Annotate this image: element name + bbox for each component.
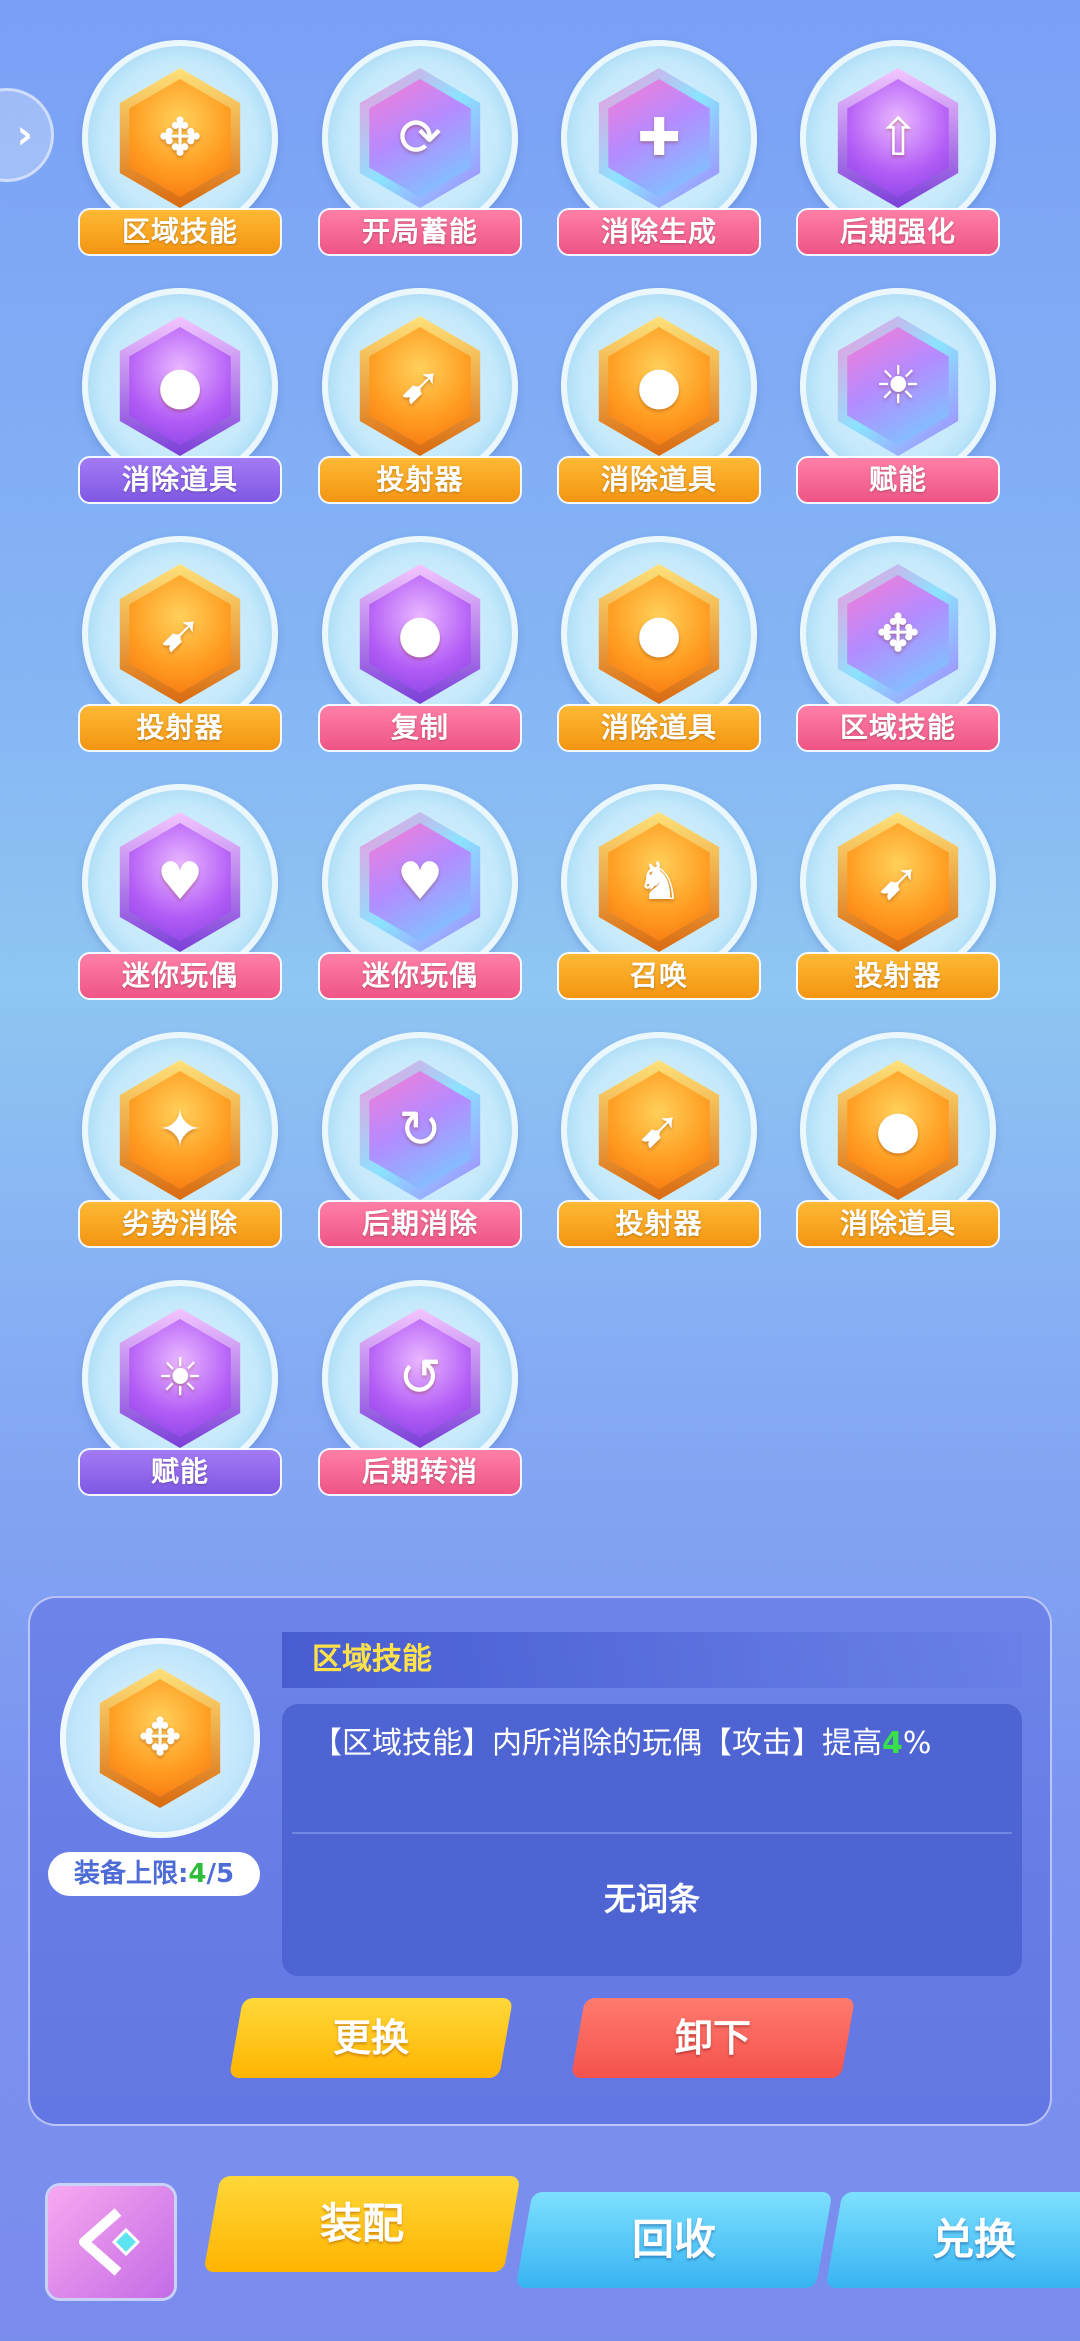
- bear-icon: ♥: [396, 852, 444, 912]
- bomb-icon: ●: [636, 604, 682, 664]
- disadvantage-icon: ✦: [158, 1100, 202, 1160]
- generate-icon: ✚: [637, 108, 681, 168]
- charge-icon: ⟳: [398, 108, 442, 168]
- skill-label: 劣势消除: [80, 1202, 280, 1246]
- cannon-icon: ➹: [158, 604, 202, 664]
- skill-label: 迷你玩偶: [320, 954, 520, 998]
- skill-label: 后期强化: [798, 210, 998, 254]
- bomb-icon: ●: [157, 356, 203, 416]
- skill-item[interactable]: ● 消除道具: [549, 536, 769, 750]
- upgrade-icon: ⇧: [876, 108, 920, 168]
- selected-skill-badge: ✥: [60, 1638, 260, 1838]
- skill-item[interactable]: ● 消除道具: [549, 288, 769, 502]
- replace-button[interactable]: 更换: [228, 1998, 514, 2078]
- skill-item[interactable]: ➹ 投射器: [70, 536, 290, 750]
- back-arrow-icon: [79, 2208, 141, 2276]
- skill-description: 【区域技能】内所消除的玩偶【攻击】提高4%: [312, 1726, 932, 1761]
- skill-label: 消除道具: [80, 458, 280, 502]
- back-button[interactable]: [48, 2186, 174, 2298]
- skill-label: 投射器: [320, 458, 520, 502]
- skill-label: 投射器: [798, 954, 998, 998]
- skill-label: 消除道具: [559, 458, 759, 502]
- skill-label: 消除道具: [798, 1202, 998, 1246]
- skill-item[interactable]: ☀ 赋能: [788, 288, 1008, 502]
- unload-button[interactable]: 卸下: [570, 1998, 856, 2078]
- cannon-icon: ➹: [398, 356, 442, 416]
- skill-item[interactable]: ♥ 迷你玩偶: [310, 784, 530, 998]
- skill-label: 迷你玩偶: [80, 954, 280, 998]
- bear-icon: ♥: [156, 852, 204, 912]
- skill-label: 开局蓄能: [320, 210, 520, 254]
- skill-item[interactable]: ⇧ 后期强化: [788, 40, 1008, 254]
- skill-grid: ✥ 区域技能 ⟳ 开局蓄能 ✚ 消除生成 ⇧ 后期强化 ● 消除道具 ➹ 投射器 ● 消除道具 ☀ 赋能 ➹ 投射…: [0, 0, 1080, 1494]
- tab-equip[interactable]: 装配: [203, 2176, 521, 2272]
- bomb-icon: ●: [875, 1100, 921, 1160]
- skill-item[interactable]: ✚ 消除生成: [549, 40, 769, 254]
- skill-label: 消除生成: [559, 210, 759, 254]
- area-skill-icon: ✥: [158, 108, 202, 168]
- skill-label: 投射器: [559, 1202, 759, 1246]
- divider: [292, 1832, 1012, 1834]
- empower-icon: ☀: [156, 1348, 204, 1408]
- summon-icon: ♞: [635, 852, 683, 912]
- tab-recycle[interactable]: 回收: [515, 2192, 833, 2288]
- skill-item[interactable]: ✥ 区域技能: [70, 40, 290, 254]
- skill-item[interactable]: ● 消除道具: [788, 1032, 1008, 1246]
- equip-limit: 装备上限:4/5: [48, 1852, 260, 1896]
- skill-item[interactable]: ☀ 赋能: [70, 1280, 290, 1494]
- skill-label: 复制: [320, 706, 520, 750]
- skill-item[interactable]: ➹ 投射器: [310, 288, 530, 502]
- skill-description-box: 【区域技能】内所消除的玩偶【攻击】提高4% 无词条: [282, 1704, 1022, 1976]
- skill-item[interactable]: ♞ 召唤: [549, 784, 769, 998]
- area-skill-icon: ✥: [138, 1708, 182, 1768]
- cannon-icon: ➹: [637, 1100, 681, 1160]
- skill-title: 区域技能: [282, 1632, 1022, 1688]
- skill-item[interactable]: ➹ 投射器: [549, 1032, 769, 1246]
- cannon-icon: ➹: [876, 852, 920, 912]
- tab-exchange[interactable]: 兑换: [825, 2192, 1080, 2288]
- skill-label: 后期消除: [320, 1202, 520, 1246]
- skill-item[interactable]: ➹ 投射器: [788, 784, 1008, 998]
- skill-label: 召唤: [559, 954, 759, 998]
- skill-label: 消除道具: [559, 706, 759, 750]
- skill-label: 区域技能: [798, 706, 998, 750]
- copy-icon: ●: [397, 604, 443, 664]
- no-entry-text: 无词条: [603, 1880, 700, 1918]
- skill-label: 区域技能: [80, 210, 280, 254]
- skill-label: 后期转消: [320, 1450, 520, 1494]
- skill-item[interactable]: ✥ 区域技能: [788, 536, 1008, 750]
- skill-item[interactable]: ✦ 劣势消除: [70, 1032, 290, 1246]
- convert-icon: ↺: [398, 1348, 442, 1408]
- skill-label: 投射器: [80, 706, 280, 750]
- skill-label: 赋能: [798, 458, 998, 502]
- skill-item[interactable]: ♥ 迷你玩偶: [70, 784, 290, 998]
- empower-icon: ☀: [874, 356, 922, 416]
- skill-item[interactable]: ↻ 后期消除: [310, 1032, 530, 1246]
- timer-icon: ↻: [398, 1100, 442, 1160]
- skill-item[interactable]: ⟳ 开局蓄能: [310, 40, 530, 254]
- skill-item[interactable]: ● 复制: [310, 536, 530, 750]
- detail-panel: ✥ 装备上限:4/5 区域技能 【区域技能】内所消除的玩偶【攻击】提高4% 无词…: [28, 1596, 1052, 2126]
- skill-item[interactable]: ↺ 后期转消: [310, 1280, 530, 1494]
- area-skill-icon: ✥: [876, 604, 920, 664]
- skill-item[interactable]: ● 消除道具: [70, 288, 290, 502]
- bomb-icon: ●: [636, 356, 682, 416]
- skill-label: 赋能: [80, 1450, 280, 1494]
